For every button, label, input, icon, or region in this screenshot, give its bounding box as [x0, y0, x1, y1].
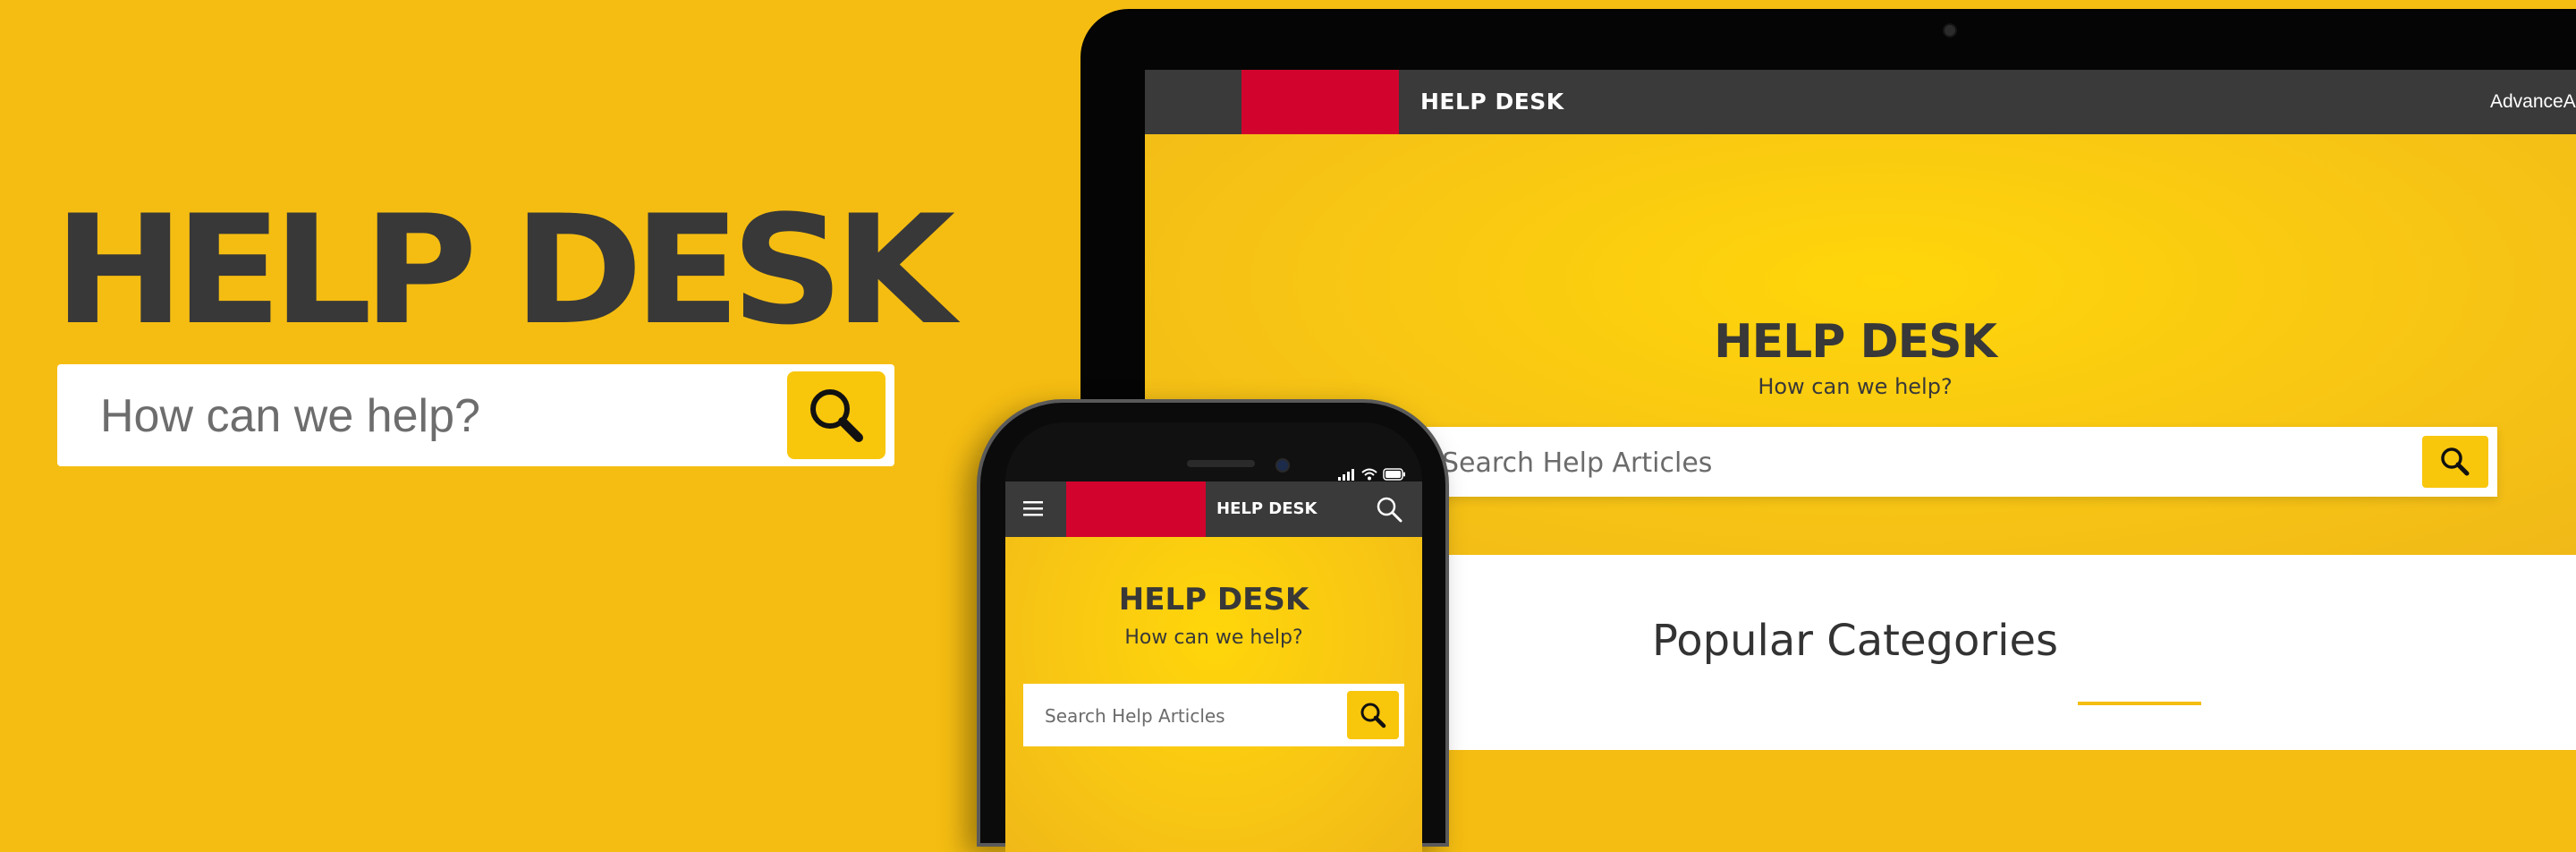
- search-icon: [1360, 703, 1386, 728]
- battery-icon: [1383, 468, 1405, 481]
- desktop-navbar: HELP DESK AdvanceAu: [1145, 70, 2576, 134]
- desktop-hero-subtitle: How can we help?: [1758, 374, 1953, 399]
- hero-title: HELP DESK: [54, 183, 955, 358]
- brand-logo-block[interactable]: [1066, 481, 1206, 537]
- mobile-search-box: [1023, 684, 1404, 746]
- phone-speaker: [1187, 460, 1255, 467]
- signal-icon: [1338, 469, 1354, 481]
- heading-underline: [2078, 702, 2201, 705]
- mobile-phone: HELP DESK HELP DESK How can we help?: [977, 399, 1449, 852]
- wifi-icon: [1361, 468, 1377, 481]
- desktop-search-button[interactable]: [2422, 436, 2488, 488]
- mobile-navbar: HELP DESK: [1005, 481, 1422, 537]
- mobile-search-button[interactable]: [1347, 691, 1399, 739]
- search-icon: [810, 389, 863, 442]
- desktop-nav-link[interactable]: AdvanceAu: [2490, 70, 2576, 134]
- hero-search-box: [57, 364, 894, 468]
- desktop-search-box: [1415, 427, 2497, 498]
- mobile-hero: HELP DESK How can we help?: [1005, 537, 1422, 852]
- phone-camera: [1275, 458, 1290, 473]
- status-bar: [1338, 467, 1406, 481]
- monitor-camera: [1943, 23, 1957, 38]
- search-icon: [2441, 447, 2470, 476]
- brand-logo-block[interactable]: [1241, 70, 1399, 134]
- mobile-nav-title[interactable]: HELP DESK: [1216, 481, 1317, 537]
- mobile-hero-title: HELP DESK: [1118, 582, 1309, 618]
- hero-search-input[interactable]: [98, 364, 800, 468]
- hamburger-menu-icon[interactable]: [1023, 499, 1043, 517]
- mobile-screen: HELP DESK HELP DESK How can we help?: [1005, 422, 1422, 852]
- desktop-nav-title[interactable]: HELP DESK: [1420, 70, 1564, 134]
- mobile-hero-subtitle: How can we help?: [1124, 626, 1303, 649]
- desktop-search-input[interactable]: [1440, 427, 2356, 498]
- search-icon[interactable]: [1374, 494, 1404, 524]
- hero-search-button[interactable]: [787, 371, 886, 459]
- mobile-search-input[interactable]: [1043, 700, 1315, 732]
- desktop-hero-title: HELP DESK: [1714, 315, 1997, 369]
